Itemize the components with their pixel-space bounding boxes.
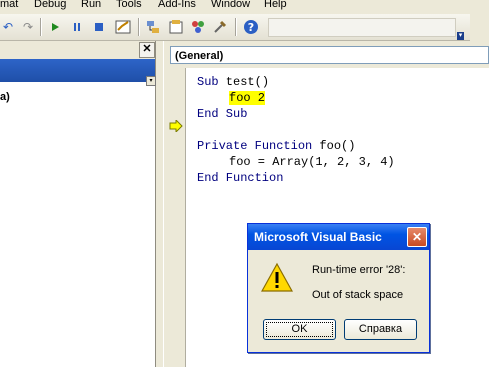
execution-arrow-icon	[169, 120, 183, 132]
code-keyword: Sub	[197, 75, 219, 89]
code-margin[interactable]	[165, 68, 186, 367]
toolbar-location-field[interactable]	[268, 18, 456, 37]
menu-run[interactable]: Run	[81, 0, 101, 10]
code-line: End Function	[197, 171, 284, 185]
undo-icon[interactable]: ↶	[0, 19, 16, 35]
help-button[interactable]: Справка	[344, 319, 417, 340]
panel-tree-item[interactable]: a)	[0, 91, 10, 103]
close-icon[interactable]: ✕	[407, 227, 427, 247]
toolbar-options-icon[interactable]: ▾	[457, 32, 464, 40]
object-dropdown[interactable]: (General)	[170, 46, 489, 64]
menu-format[interactable]: mat	[0, 0, 18, 10]
error-dialog: Microsoft Visual Basic ✕ Run-time error …	[247, 223, 430, 353]
warning-icon	[261, 262, 293, 292]
menu-add-ins[interactable]: Add-Ins	[158, 0, 196, 10]
dialog-title[interactable]: Microsoft Visual Basic	[248, 224, 429, 250]
break-icon[interactable]	[69, 19, 85, 35]
menu-bar: mat Debug Run Tools Add-Ins Window Help	[0, 0, 489, 14]
menu-tools[interactable]: Tools	[116, 0, 142, 10]
properties-icon[interactable]	[168, 19, 184, 35]
error-message: Run-time error '28':	[312, 264, 406, 276]
design-mode-icon[interactable]	[115, 19, 131, 35]
redo-icon[interactable]: ↷	[20, 19, 36, 35]
dropdown-arrow-icon[interactable]: ▾	[146, 76, 156, 86]
project-panel: ✕ ▾ a)	[0, 41, 156, 367]
code-text: foo()	[312, 139, 356, 153]
menu-help[interactable]: Help	[264, 0, 287, 10]
svg-text:?: ?	[248, 21, 254, 34]
ok-button[interactable]: OK	[263, 319, 336, 340]
help-icon[interactable]: ?	[243, 19, 259, 35]
toolbar-separator	[40, 18, 42, 36]
project-explorer-icon[interactable]	[145, 19, 161, 35]
run-icon[interactable]	[47, 19, 63, 35]
code-keyword: Private	[197, 139, 248, 153]
code-line-current: foo 2	[229, 90, 266, 106]
object-browser-icon[interactable]	[190, 19, 206, 35]
error-description: Out of stack space	[312, 289, 404, 301]
panel-selection-bar[interactable]	[0, 59, 155, 82]
standard-toolbar: ↶ ↷ ? ▾	[0, 14, 470, 41]
code-keyword: Function	[254, 139, 313, 153]
code-line: End Sub	[197, 107, 248, 121]
toolbox-icon[interactable]	[212, 19, 228, 35]
close-icon[interactable]: ✕	[139, 42, 155, 58]
reset-icon[interactable]	[91, 19, 107, 35]
panel-splitter[interactable]	[156, 41, 164, 367]
code-line: Private Function foo()	[197, 138, 355, 154]
menu-debug[interactable]: Debug	[34, 0, 66, 10]
code-text: test()	[218, 75, 270, 89]
current-statement-highlight: foo 2	[229, 91, 266, 105]
toolbar-separator	[235, 18, 237, 36]
code-line: foo = Array(1, 2, 3, 4)	[229, 155, 395, 169]
project-panel-header: ✕	[0, 41, 155, 59]
toolbar-separator	[138, 18, 140, 36]
menu-window[interactable]: Window	[211, 0, 250, 10]
code-line: Sub test()	[197, 74, 269, 90]
